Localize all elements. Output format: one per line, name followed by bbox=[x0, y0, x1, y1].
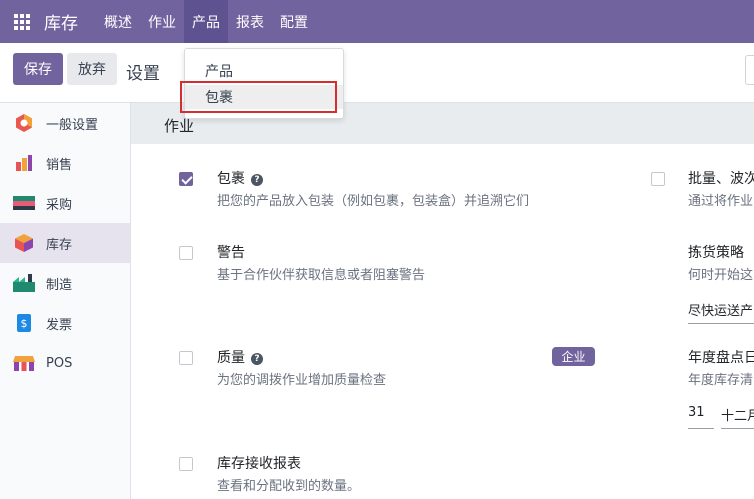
setting-title-text: 质量 bbox=[217, 350, 245, 366]
sidebar-item-sales[interactable]: 销售 bbox=[0, 143, 130, 183]
menu-configuration[interactable]: 配置 bbox=[272, 0, 316, 43]
enterprise-badge: 企业 bbox=[552, 347, 595, 366]
setting-title: 质量? bbox=[217, 347, 263, 367]
menu-operations[interactable]: 作业 bbox=[140, 0, 184, 43]
warnings-checkbox[interactable] bbox=[179, 246, 193, 260]
setting-title: 包裹? bbox=[217, 168, 263, 188]
packages-checkbox[interactable] bbox=[179, 172, 193, 186]
sidebar-item-label: 制造 bbox=[46, 277, 73, 293]
setting-title: 批量、波次 bbox=[688, 171, 754, 187]
settings-sidebar: 一般设置 销售 采购 库存 制造 $ 发票 POS bbox=[0, 103, 131, 499]
batch-wave-checkbox[interactable] bbox=[651, 172, 665, 186]
setting-title: 年度盘点日 bbox=[688, 350, 754, 366]
sidebar-item-label: 销售 bbox=[46, 157, 73, 173]
save-button[interactable]: 保存 bbox=[13, 53, 63, 85]
sidebar-item-general-settings[interactable]: 一般设置 bbox=[0, 103, 130, 143]
control-panel: 保存 放弃 设置 bbox=[0, 43, 754, 103]
general-settings-icon bbox=[13, 112, 35, 134]
setting-description: 年度库存清 bbox=[688, 373, 754, 388]
purchase-icon bbox=[13, 192, 35, 214]
setting-title: 库存接收报表 bbox=[217, 456, 301, 472]
sidebar-item-label: 库存 bbox=[46, 237, 73, 253]
setting-title-text: 包裹 bbox=[217, 171, 245, 187]
page-title: 设置 bbox=[126, 64, 160, 84]
setting-description: 查看和分配收到的数量。 bbox=[217, 479, 361, 494]
quality-checkbox[interactable] bbox=[179, 351, 193, 365]
sidebar-item-label: 发票 bbox=[46, 317, 73, 333]
svg-text:$: $ bbox=[21, 317, 28, 330]
invoicing-icon: $ bbox=[13, 312, 35, 334]
sales-icon bbox=[13, 152, 35, 174]
products-dropdown-menu: 产品 包裹 bbox=[184, 48, 344, 119]
picking-policy-select[interactable]: 尽快运送产 bbox=[688, 300, 754, 324]
sidebar-item-inventory[interactable]: 库存 bbox=[0, 223, 130, 263]
dropdown-item-packages[interactable]: 包裹 bbox=[185, 85, 343, 109]
menu-overview[interactable]: 概述 bbox=[96, 0, 140, 43]
reception-report-checkbox[interactable] bbox=[179, 457, 193, 471]
sidebar-item-purchase[interactable]: 采购 bbox=[0, 183, 130, 223]
search-input[interactable] bbox=[745, 55, 754, 85]
setting-description: 把您的产品放入包装（例如包裹，包装盒）并追溯它们 bbox=[217, 194, 530, 209]
manufacturing-icon bbox=[13, 272, 35, 294]
setting-description: 基于合作伙伴获取信息或者阻塞警告 bbox=[217, 268, 426, 283]
sidebar-item-label: POS bbox=[46, 355, 73, 371]
setting-description: 为您的调拨作业增加质量检查 bbox=[217, 373, 387, 388]
app-name[interactable]: 库存 bbox=[44, 9, 78, 34]
sidebar-item-pos[interactable]: POS bbox=[0, 343, 130, 383]
pos-icon bbox=[13, 352, 35, 374]
inventory-icon bbox=[13, 232, 35, 254]
sidebar-item-label: 采购 bbox=[46, 197, 73, 213]
setting-description: 何时开始这 bbox=[688, 268, 754, 283]
app-switcher-grid-icon[interactable] bbox=[0, 0, 44, 43]
setting-description: 通过将作业 bbox=[688, 194, 754, 209]
dropdown-item-products[interactable]: 产品 bbox=[185, 59, 343, 83]
menu-reporting[interactable]: 报表 bbox=[228, 0, 272, 43]
help-icon[interactable]: ? bbox=[251, 174, 263, 186]
sidebar-item-label: 一般设置 bbox=[46, 117, 99, 133]
help-icon[interactable]: ? bbox=[251, 353, 263, 365]
top-navbar: 库存 概述 作业 产品 报表 配置 bbox=[0, 0, 754, 43]
annual-inventory-day-input[interactable]: 31 bbox=[688, 405, 714, 429]
discard-button[interactable]: 放弃 bbox=[67, 53, 117, 85]
sidebar-item-manufacturing[interactable]: 制造 bbox=[0, 263, 130, 303]
setting-title: 拣货策略 bbox=[688, 245, 744, 261]
sidebar-item-invoicing[interactable]: $ 发票 bbox=[0, 303, 130, 343]
annual-inventory-month-select[interactable]: 十二月 bbox=[721, 405, 754, 429]
menu-products[interactable]: 产品 bbox=[184, 0, 228, 43]
setting-title: 警告 bbox=[217, 245, 245, 261]
